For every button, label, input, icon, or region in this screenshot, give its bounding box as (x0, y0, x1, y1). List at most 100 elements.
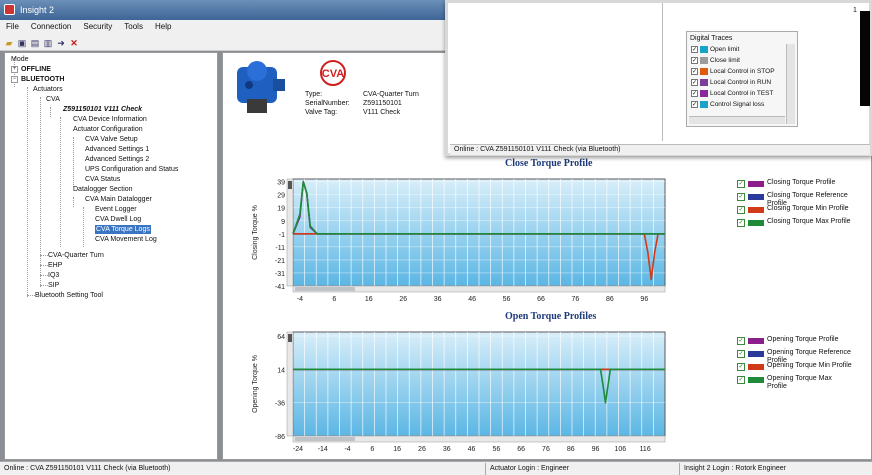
digital-trace-item[interactable]: ✓ Local Control in STOP (691, 67, 787, 76)
digital-trace-swatch (700, 79, 708, 86)
tag-label: Valve Tag: (305, 109, 338, 116)
legend-label: Closing Torque Min Profile (767, 205, 849, 212)
tree-ups-configuration[interactable]: UPS Configuration and Status (85, 165, 178, 174)
legend-checkbox[interactable]: ✓ (737, 206, 745, 214)
y-tick-label: -1 (279, 232, 285, 239)
legend-item[interactable]: ✓ Opening Torque Min Profile (737, 362, 865, 374)
y-tick-label: 39 (277, 180, 285, 187)
menu-security[interactable]: Security (77, 20, 118, 31)
digital-trace-checkbox[interactable]: ✓ (691, 79, 698, 86)
print-icon[interactable]: ▥ (43, 38, 53, 48)
close-chart-legend: ✓ Closing Torque Profile ✓ Closing Torque R… (737, 179, 867, 239)
digital-traces-scrollbar[interactable] (786, 44, 795, 124)
digital-traces-hscroll[interactable] (689, 116, 785, 124)
tree-advanced-settings-1[interactable]: Advanced Settings 1 (85, 145, 149, 154)
tree-sip[interactable]: SIP (48, 281, 59, 290)
tree-device-information[interactable]: CVA Device Information (73, 115, 147, 124)
tree-movement-log[interactable]: CVA Movement Log (95, 235, 157, 244)
vertical-scrollbar[interactable] (286, 178, 294, 287)
digital-trace-checkbox[interactable]: ✓ (691, 57, 698, 64)
collapse-bluetooth-icon[interactable]: − (11, 76, 18, 83)
legend-item[interactable]: ✓ Closing Torque Min Profile (737, 205, 865, 217)
legend-item[interactable]: ✓ Opening Torque Reference Profile (737, 349, 865, 364)
y-tick-label: -86 (275, 434, 285, 441)
x-tick-label: 96 (640, 296, 648, 303)
menu-connection[interactable]: Connection (25, 20, 77, 31)
digital-trace-item[interactable]: ✓ Local Control in TEST (691, 89, 787, 98)
tree-mode[interactable]: Mode (11, 55, 29, 64)
cva-logo-text: CVA (322, 68, 344, 80)
tree-cva-quarter-turn[interactable]: CVA-Quarter Turn (48, 251, 104, 260)
tree-valve-setup[interactable]: CVA Valve Setup (85, 135, 138, 144)
legend-checkbox[interactable]: ✓ (737, 350, 745, 358)
digital-trace-checkbox[interactable]: ✓ (691, 68, 698, 75)
menu-bar: File Connection Security Tools Help (0, 20, 450, 35)
tree-iq3[interactable]: IQ3 (48, 271, 59, 280)
legend-item[interactable]: ✓ Closing Torque Max Profile (737, 218, 865, 230)
x-tick-label: 66 (537, 296, 545, 303)
legend-checkbox[interactable]: ✓ (737, 219, 745, 227)
tree-offline[interactable]: OFFLINE (21, 65, 51, 74)
status-app-login: Insight 2 Login : Rotork Engineer (684, 465, 786, 472)
digital-trace-checkbox[interactable]: ✓ (691, 90, 698, 97)
digital-trace-label: Control Signal loss (710, 101, 765, 108)
tree-cva-status[interactable]: CVA Status (85, 175, 120, 184)
close-torque-chart: 39 29 19 9 -1 -11 -21 -31 -41 -4 6 16 26 36 46 56 66 76 86… (252, 178, 666, 303)
legend-checkbox[interactable]: ✓ (737, 363, 745, 371)
x-tick-label: 6 (370, 446, 374, 453)
y-axis-label: Opening Torque % (252, 355, 259, 413)
title-bar: Insight 2 (0, 0, 450, 20)
tree-event-logger[interactable]: Event Logger (95, 205, 137, 214)
legend-checkbox[interactable]: ✓ (737, 337, 745, 345)
tree-advanced-settings-2[interactable]: Advanced Settings 2 (85, 155, 149, 164)
legend-checkbox[interactable]: ✓ (737, 376, 745, 384)
expand-offline-icon[interactable]: + (11, 66, 18, 73)
forward-icon[interactable]: ➜ (56, 38, 66, 48)
legend-item[interactable]: ✓ Closing Torque Profile (737, 179, 865, 191)
tree-datalogger-section[interactable]: Datalogger Section (73, 185, 133, 194)
menu-help[interactable]: Help (149, 20, 177, 31)
tree-torque-logs[interactable]: CVA Torque Logs (95, 225, 151, 234)
scroll-up-button[interactable] (288, 181, 292, 189)
digital-trace-checkbox[interactable]: ✓ (691, 46, 698, 53)
tree-bluetooth-setting-tool[interactable]: Bluetooth Setting Tool (35, 291, 103, 300)
legend-item[interactable]: ✓ Opening Torque Max Profile (737, 375, 865, 390)
legend-item[interactable]: ✓ Closing Torque Reference Profile (737, 192, 865, 207)
menu-file[interactable]: File (0, 20, 25, 31)
tree-ehp[interactable]: EHP (48, 261, 62, 270)
tree-main-datalogger[interactable]: CVA Main Datalogger (85, 195, 152, 204)
legend-swatch (748, 181, 764, 187)
digital-traces-title: Digital Traces (690, 35, 733, 42)
menu-tools[interactable]: Tools (118, 20, 149, 31)
legend-checkbox[interactable]: ✓ (737, 193, 745, 201)
open-torque-chart: 64 14 -36 -86 -24 -14 -4 6 16 26 36 46 56 66 76 86 96 106… (252, 331, 666, 453)
legend-checkbox[interactable]: ✓ (737, 180, 745, 188)
save-icon[interactable]: ▣ (17, 38, 27, 48)
digital-trace-item[interactable]: ✓ Local Control in RUN (691, 78, 787, 87)
legend-item[interactable]: ✓ Opening Torque Profile (737, 336, 865, 348)
y-tick-label: -21 (275, 258, 285, 265)
digital-trace-checkbox[interactable]: ✓ (691, 101, 698, 108)
scroll-up-button[interactable] (288, 334, 292, 342)
device-header: CVA Type: CVA-Quarter Turn SerialNumber:… (223, 53, 449, 125)
digital-trace-item[interactable]: ✓ Open limit (691, 45, 787, 54)
tree-device[interactable]: Z591150101 V111 Check (63, 105, 142, 114)
close-icon[interactable]: ✕ (69, 38, 79, 48)
status-bar: Online : CVA Z591150101 V111 Check (via … (0, 461, 872, 475)
tree-actuators[interactable]: Actuators (33, 85, 63, 94)
save-all-icon[interactable]: ▤ (30, 38, 40, 48)
serial-value: Z591150101 (363, 100, 402, 107)
digital-trace-swatch (700, 68, 708, 75)
tree-bluetooth[interactable]: BLUETOOTH (21, 75, 64, 84)
horizontal-scroll-thumb[interactable] (295, 437, 355, 441)
x-tick-label: 56 (492, 446, 500, 453)
tree-dwell-log[interactable]: CVA Dwell Log (95, 215, 141, 224)
digital-trace-item[interactable]: ✓ Control Signal loss (691, 100, 787, 109)
tree-cva[interactable]: CVA (46, 95, 60, 104)
tree-actuator-configuration[interactable]: Actuator Configuration (73, 125, 143, 134)
digital-traces-panel: Digital Traces ✓ Open limit ✓ Close limit ✓ L… (686, 31, 798, 127)
digital-trace-item[interactable]: ✓ Close limit (691, 56, 787, 65)
open-folder-icon[interactable]: ▰ (4, 38, 14, 48)
vertical-scrollbar[interactable] (286, 331, 294, 437)
horizontal-scroll-thumb[interactable] (295, 287, 355, 291)
